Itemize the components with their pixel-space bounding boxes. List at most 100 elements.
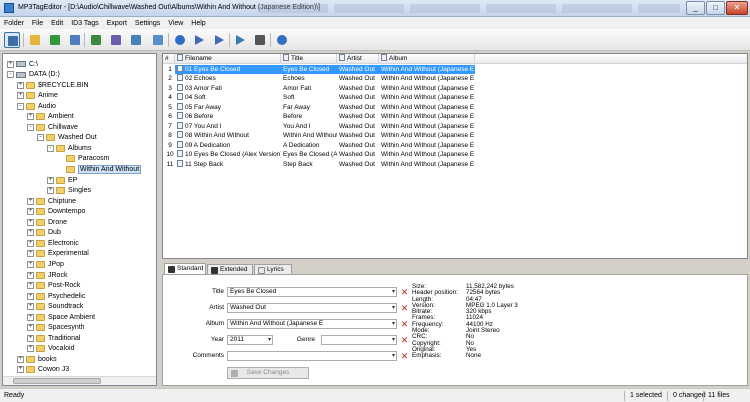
refresh-button[interactable]: [47, 32, 63, 48]
expand-icon[interactable]: +: [17, 355, 24, 363]
save-button[interactable]: [67, 32, 83, 48]
tree-item[interactable]: + Ambient: [27, 112, 74, 122]
table-row[interactable]: 6 06 Before Before Washed Out Within And Wit…: [163, 112, 747, 121]
clear-genre-icon[interactable]: ✕: [400, 336, 409, 345]
tree-item[interactable]: + Drone: [27, 217, 67, 227]
stop-button[interactable]: [252, 32, 268, 48]
menu-edit[interactable]: Edit: [51, 20, 63, 27]
table-row[interactable]: 8 08 Within And Without Within And Without…: [163, 131, 747, 140]
table-row[interactable]: 4 04 Soft Soft Washed Out Within And Without…: [163, 93, 747, 102]
export-button[interactable]: [150, 32, 166, 48]
expand-icon[interactable]: +: [47, 187, 54, 195]
tree-item[interactable]: + Post-Rock: [27, 281, 80, 291]
tree-item[interactable]: - Audio: [17, 101, 56, 111]
clear-album-icon[interactable]: ✕: [400, 320, 409, 329]
menu-help[interactable]: Help: [191, 20, 205, 27]
table-row[interactable]: 10 10 Eyes Be Closed (Alex Version) Eyes B…: [163, 150, 747, 159]
table-row[interactable]: 2 02 Echoes Echoes Washed Out Within And Wit…: [163, 74, 747, 83]
tree-item[interactable]: + Cowon J3: [17, 365, 69, 375]
tree-item[interactable]: + EP: [47, 175, 77, 185]
column-album[interactable]: Album: [379, 54, 475, 64]
chevron-down-icon[interactable]: ▾: [392, 353, 395, 359]
clear-artist-icon[interactable]: ✕: [400, 304, 409, 313]
expand-icon[interactable]: +: [27, 197, 34, 205]
info-button[interactable]: [172, 32, 188, 48]
tree-item[interactable]: + books: [17, 354, 57, 364]
tree-item[interactable]: + JPop: [27, 259, 64, 269]
column-filename[interactable]: Filename: [175, 54, 281, 64]
help-button[interactable]: [274, 32, 290, 48]
tree-item[interactable]: + Anime: [17, 91, 58, 101]
open-folder-button[interactable]: [27, 32, 43, 48]
maximize-button[interactable]: □: [706, 1, 725, 15]
column-artist[interactable]: Artist: [337, 54, 379, 64]
comments-field[interactable]: ▾: [227, 351, 397, 361]
menu-id3-tags[interactable]: ID3 Tags: [71, 20, 99, 27]
tag-remove-button[interactable]: [128, 32, 144, 48]
expand-icon[interactable]: +: [27, 292, 34, 300]
tree-item[interactable]: + Downtempo: [27, 207, 85, 217]
chevron-down-icon[interactable]: ▾: [392, 289, 395, 295]
chevron-down-icon[interactable]: ▾: [392, 305, 395, 311]
menu-export[interactable]: Export: [107, 20, 127, 27]
tree-item[interactable]: + Chiptune: [27, 196, 76, 206]
expand-icon[interactable]: +: [17, 366, 24, 374]
expand-icon[interactable]: +: [27, 313, 34, 321]
tree-item[interactable]: + Singles: [47, 186, 91, 196]
title-field[interactable]: Eyes Be Closed ▾: [227, 287, 397, 297]
menu-settings[interactable]: Settings: [135, 20, 160, 27]
collapse-icon[interactable]: -: [37, 134, 44, 142]
tree-item[interactable]: - Chillwave: [27, 122, 78, 132]
folder-tree[interactable]: + C:\ - DATA (D:) + $RECYCLE.BIN + Anime - Audio +…: [2, 53, 157, 386]
play-button[interactable]: [192, 32, 208, 48]
tree-item[interactable]: - Albums: [47, 143, 91, 153]
tree-item[interactable]: + Traditional: [27, 333, 80, 343]
column-number[interactable]: #: [163, 54, 175, 64]
tree-item[interactable]: + Dub: [27, 228, 61, 238]
expand-icon[interactable]: +: [27, 324, 34, 332]
clear-title-icon[interactable]: ✕: [400, 288, 409, 297]
menu-folder[interactable]: Folder: [4, 20, 24, 27]
tree-item[interactable]: + Experimental: [27, 249, 89, 259]
chevron-down-icon[interactable]: ▾: [392, 321, 395, 327]
expand-icon[interactable]: +: [27, 334, 34, 342]
tree-item[interactable]: + Electronic: [27, 238, 79, 248]
collapse-icon[interactable]: -: [7, 71, 14, 79]
tree-item[interactable]: + JRock: [27, 270, 67, 280]
menu-file[interactable]: File: [32, 20, 43, 27]
tree-item[interactable]: + Vocaloid: [27, 344, 74, 354]
expand-icon[interactable]: +: [27, 260, 34, 268]
expand-icon[interactable]: +: [7, 60, 14, 68]
save-changes-button[interactable]: Save Changes: [227, 367, 309, 379]
scrollbar-thumb[interactable]: [13, 378, 101, 384]
expand-icon[interactable]: +: [27, 303, 34, 311]
collapse-icon[interactable]: -: [47, 144, 54, 152]
expand-icon[interactable]: +: [27, 239, 34, 247]
menu-view[interactable]: View: [168, 20, 183, 27]
tree-item[interactable]: - Washed Out: [37, 133, 97, 143]
close-button[interactable]: ✕: [726, 1, 748, 15]
tree-item[interactable]: + Space Ambient: [27, 312, 95, 322]
tree-item[interactable]: + Soundtrack: [27, 302, 83, 312]
minimize-button[interactable]: _: [686, 1, 705, 15]
clear-comments-icon[interactable]: ✕: [400, 352, 409, 361]
tree-item[interactable]: + Psychedelic: [27, 291, 85, 301]
table-row[interactable]: 5 05 Far Away Far Away Washed Out Within And…: [163, 102, 747, 112]
file-list[interactable]: # Filename Title Artist Album 1 01 Eyes B…: [162, 53, 748, 259]
tree-item[interactable]: + Spacesynth: [27, 323, 85, 333]
genre-field[interactable]: ▾: [321, 335, 397, 345]
expand-icon[interactable]: +: [27, 250, 34, 258]
table-row[interactable]: 1 01 Eyes Be Closed Eyes Be Closed Washed O…: [163, 65, 747, 75]
expand-icon[interactable]: +: [27, 282, 34, 290]
expand-icon[interactable]: +: [27, 113, 34, 121]
collapse-icon[interactable]: -: [17, 102, 24, 110]
table-row[interactable]: 9 09 A Dedication A Dedication Washed Out Wi…: [163, 140, 747, 150]
tree-item[interactable]: + C:\: [7, 59, 38, 69]
play-next-button[interactable]: [212, 32, 228, 48]
expand-icon[interactable]: +: [47, 176, 54, 184]
column-title[interactable]: Title: [281, 54, 337, 64]
artist-field[interactable]: Washed Out ▾: [227, 303, 397, 313]
tree-item[interactable]: Within And Without: [57, 165, 142, 175]
expand-icon[interactable]: +: [27, 208, 34, 216]
chevron-down-icon[interactable]: ▾: [392, 337, 395, 343]
